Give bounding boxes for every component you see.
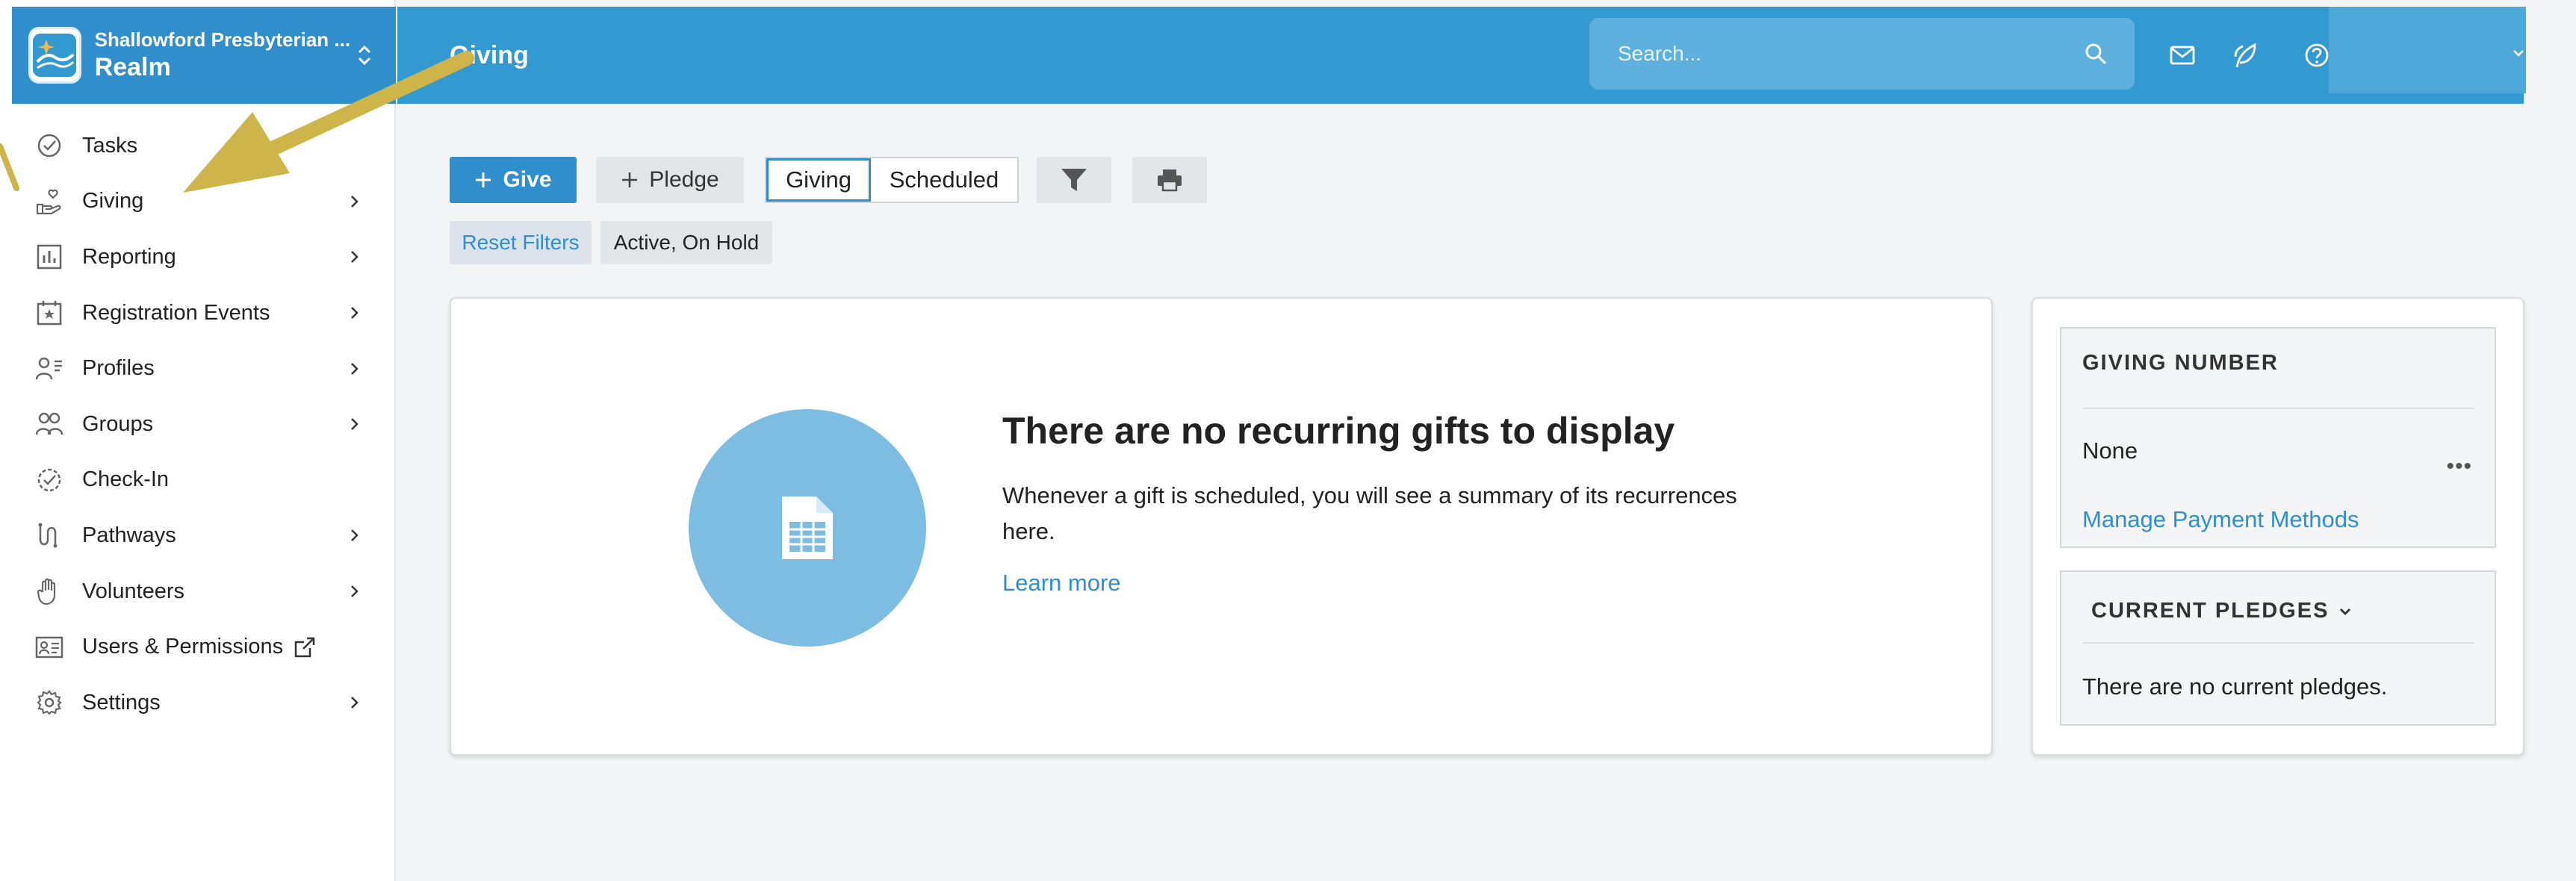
sidebar-item-pathways[interactable]: Pathways: [12, 508, 396, 564]
divider: [2082, 408, 2474, 409]
mail-icon[interactable]: [2167, 40, 2197, 70]
empty-state-description: Whenever a gift is scheduled, you will s…: [1002, 482, 1737, 544]
leaf-icon[interactable]: [2230, 40, 2260, 70]
chevron-down-icon: [2339, 607, 2351, 616]
pledge-button-label: Pledge: [649, 167, 719, 192]
tab-scheduled[interactable]: Scheduled: [871, 158, 1017, 202]
chevron-right-icon: [344, 417, 366, 432]
sidebar-item-giving[interactable]: Giving: [12, 174, 396, 230]
filter-button[interactable]: [1037, 157, 1111, 203]
current-pledges-toggle[interactable]: CURRENT PLEDGES: [2091, 599, 2351, 623]
chevron-updown-icon[interactable]: [350, 43, 378, 68]
sidebar-item-label: Check-In: [82, 467, 170, 492]
search-icon[interactable]: [2081, 39, 2111, 69]
id-card-icon: [34, 632, 64, 662]
sidebar-item-label: Groups: [82, 411, 154, 436]
document-icon: [779, 494, 836, 562]
gear-icon: [34, 688, 64, 717]
view-toggle: Giving Scheduled: [765, 157, 1019, 203]
printer-icon: [1156, 168, 1183, 192]
giving-number-box: GIVING NUMBER None ••• Manage Payment Me…: [2060, 327, 2496, 548]
plus-icon: [474, 171, 492, 189]
pledge-button[interactable]: Pledge: [596, 157, 744, 203]
learn-more-link[interactable]: Learn more: [1002, 570, 1121, 597]
sidebar-nav: Tasks Giving Reporting Registration Even…: [12, 118, 396, 731]
reset-filters-button[interactable]: Reset Filters: [450, 221, 592, 264]
active-filter-chip[interactable]: Active, On Hold: [600, 221, 772, 264]
filter-icon: [1060, 166, 1088, 193]
help-icon[interactable]: [2302, 40, 2332, 70]
org-switcher[interactable]: Shallowford Presbyterian ... Realm: [12, 7, 396, 104]
sidebar-item-label: Profiles: [82, 356, 155, 381]
give-button[interactable]: Give: [450, 157, 577, 203]
giving-number-value: None: [2082, 438, 2138, 464]
sidebar-item-label-text: Users & Permissions: [82, 635, 284, 659]
sidebar-item-label: Settings: [82, 690, 161, 715]
sidebar-item-label: Volunteers: [82, 579, 185, 603]
giving-number-heading: GIVING NUMBER: [2082, 351, 2279, 375]
sidebar-item-reporting[interactable]: Reporting: [12, 229, 396, 285]
sidebar-item-registration-events[interactable]: Registration Events: [12, 285, 396, 341]
path-icon: [34, 520, 64, 550]
sidebar-item-tasks[interactable]: Tasks: [12, 118, 396, 174]
search-input[interactable]: [1589, 18, 2081, 90]
give-button-label: Give: [503, 167, 552, 192]
realm-logo-icon: [28, 27, 81, 84]
raised-hand-icon: [34, 576, 64, 606]
person-list-icon: [34, 354, 64, 384]
badge-check-icon: [34, 465, 64, 495]
check-circle-icon: [34, 131, 64, 161]
page-title: Giving: [450, 41, 529, 69]
sidebar-item-check-in[interactable]: Check-In: [12, 452, 396, 508]
chevron-right-icon: [344, 249, 366, 264]
sidebar-item-groups[interactable]: Groups: [12, 396, 396, 452]
sidebar: Shallowford Presbyterian ... Realm Tasks…: [12, 0, 396, 881]
chevron-right-icon: [344, 695, 366, 710]
people-icon: [34, 409, 64, 439]
product-name: Realm: [94, 53, 171, 81]
org-name: Shallowford Presbyterian ...: [94, 28, 351, 51]
left-edge: [0, 0, 12, 881]
chevron-down-icon[interactable]: [2513, 48, 2524, 61]
more-options-icon[interactable]: •••: [2446, 454, 2472, 479]
sidebar-item-settings[interactable]: Settings: [12, 675, 396, 731]
sidebar-item-label: Pathways: [82, 523, 176, 547]
manage-payment-methods-link[interactable]: Manage Payment Methods: [2082, 506, 2359, 533]
external-link-icon: [294, 636, 316, 659]
current-pledges-heading: CURRENT PLEDGES: [2091, 599, 2330, 623]
sidebar-item-volunteers[interactable]: Volunteers: [12, 564, 396, 620]
user-menu[interactable]: [2329, 7, 2526, 93]
empty-state-illustration: [689, 409, 926, 647]
sidebar-item-label: Reporting: [82, 244, 176, 269]
empty-state-title: There are no recurring gifts to display: [1002, 410, 1675, 452]
plus-icon: [621, 171, 639, 189]
current-pledges-box: CURRENT PLEDGES There are no current ple…: [2060, 570, 2496, 726]
chevron-right-icon: [344, 361, 366, 376]
tab-giving[interactable]: Giving: [766, 158, 871, 202]
recurring-gifts-card: There are no recurring gifts to display …: [450, 297, 1993, 756]
print-button[interactable]: [1132, 157, 1207, 203]
search-box: [1589, 18, 2135, 90]
sidebar-item-profiles[interactable]: Profiles: [12, 340, 396, 396]
chevron-right-icon: [344, 305, 366, 320]
sidebar-item-label: Users & Permissions: [82, 635, 396, 659]
sidebar-item-users-permissions[interactable]: Users & Permissions: [12, 619, 396, 675]
sidebar-item-label: Registration Events: [82, 300, 270, 325]
sidebar-item-label: Giving: [82, 189, 144, 214]
giving-summary-panel: GIVING NUMBER None ••• Manage Payment Me…: [2032, 297, 2524, 756]
bar-chart-icon: [34, 242, 64, 272]
sidebar-item-label: Tasks: [82, 133, 138, 158]
no-pledges-text: There are no current pledges.: [2082, 673, 2388, 700]
chevron-right-icon: [344, 584, 366, 599]
hand-heart-icon: [34, 187, 64, 217]
divider: [2082, 642, 2474, 644]
calendar-star-icon: [34, 298, 64, 328]
top-bar: Giving: [397, 7, 2526, 104]
chevron-right-icon: [344, 194, 366, 209]
chevron-right-icon: [344, 528, 366, 543]
